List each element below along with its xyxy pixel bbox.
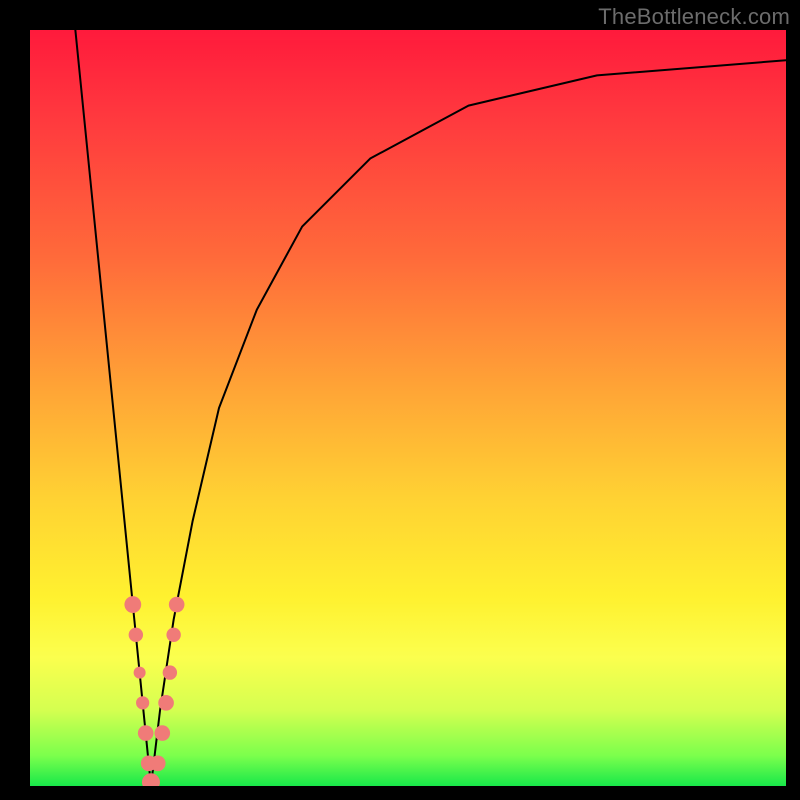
marker-point <box>150 756 166 772</box>
marker-point <box>166 628 180 642</box>
chart-frame: TheBottleneck.com <box>0 0 800 800</box>
plot-area <box>30 30 786 786</box>
marker-layer <box>124 596 184 786</box>
marker-point <box>155 725 171 741</box>
marker-point <box>169 597 185 613</box>
curve-layer <box>75 30 786 786</box>
marker-point <box>134 667 146 679</box>
watermark-text: TheBottleneck.com <box>598 4 790 30</box>
marker-point <box>158 695 174 711</box>
marker-point <box>142 773 160 786</box>
marker-point <box>136 696 149 709</box>
marker-point <box>163 665 177 679</box>
marker-point <box>138 725 154 741</box>
curve-right-branch <box>151 60 786 786</box>
marker-point <box>124 596 141 613</box>
marker-point <box>129 628 143 642</box>
chart-svg <box>30 30 786 786</box>
